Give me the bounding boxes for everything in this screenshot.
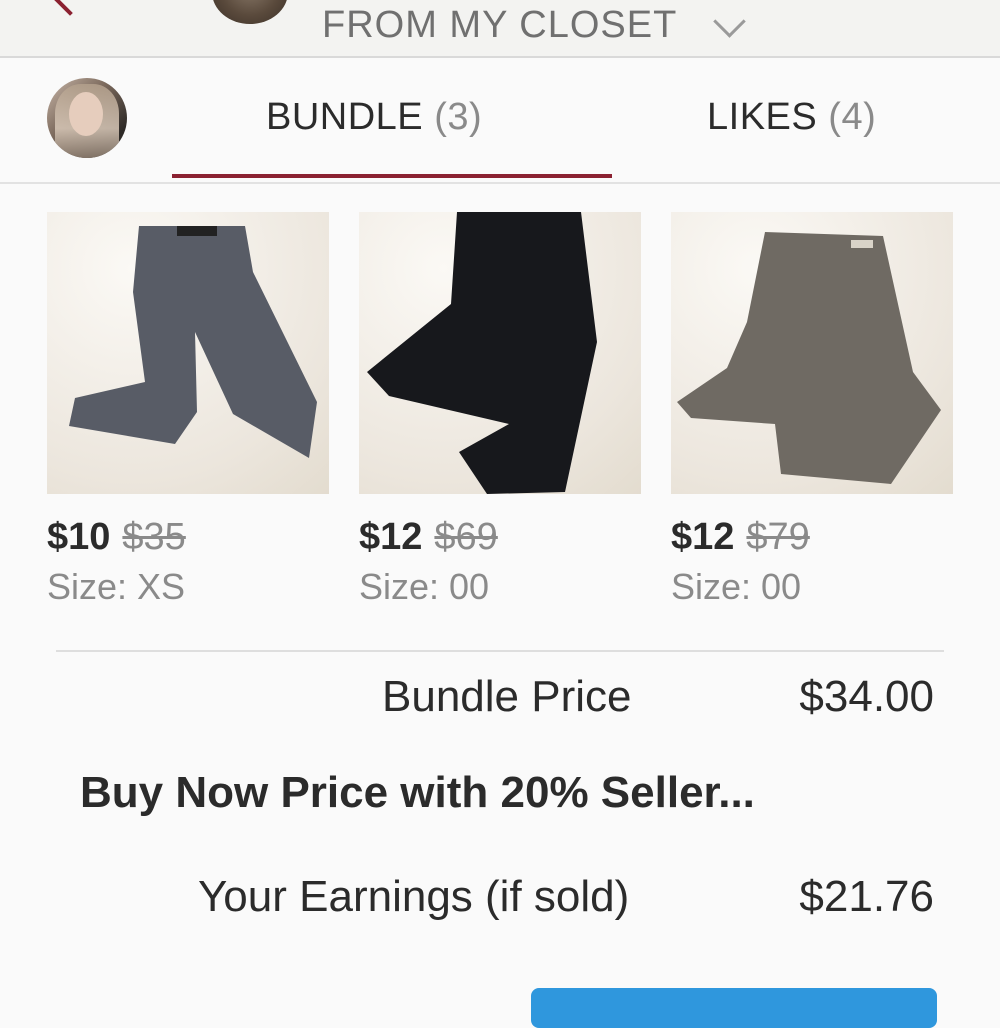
price-row: $12 $79 xyxy=(671,516,953,560)
item-photo[interactable] xyxy=(671,212,953,494)
action-button[interactable] xyxy=(531,988,937,1028)
bundle-item[interactable]: $12 $69 Size: 00 xyxy=(359,212,641,608)
item-price: $12 xyxy=(671,516,735,558)
tab-bundle-label: BUNDLE xyxy=(266,96,424,138)
tab-likes-label: LIKES xyxy=(707,96,818,138)
bundle-price-value: $34.00 xyxy=(799,672,934,721)
item-size: Size: 00 xyxy=(359,566,490,607)
price-row: $10 $35 xyxy=(47,516,329,560)
bundle-item[interactable]: $10 $35 Size: XS xyxy=(47,212,329,608)
tab-bundle-count: (3) xyxy=(434,96,483,138)
header-avatar[interactable] xyxy=(212,0,288,24)
avatar[interactable] xyxy=(47,78,127,158)
back-chevron-icon[interactable] xyxy=(50,0,90,16)
item-size: Size: 00 xyxy=(671,566,802,607)
bundle-price-label: Bundle Price xyxy=(382,672,632,721)
item-original-price: $69 xyxy=(434,516,498,558)
header-title[interactable]: FROM MY CLOSET xyxy=(322,4,677,47)
earnings-label: Your Earnings (if sold) xyxy=(198,872,630,921)
item-size: Size: XS xyxy=(47,566,186,607)
price-row: $12 $69 xyxy=(359,516,641,560)
tab-bundle[interactable]: BUNDLE (3) xyxy=(266,96,482,139)
pants-image xyxy=(367,212,597,494)
item-photo[interactable] xyxy=(47,212,329,494)
item-original-price: $79 xyxy=(746,516,810,558)
divider xyxy=(56,650,944,652)
item-photo[interactable] xyxy=(359,212,641,494)
item-original-price: $35 xyxy=(122,516,186,558)
bundle-item[interactable]: $12 $79 Size: 00 xyxy=(671,212,953,608)
top-header: FROM MY CLOSET xyxy=(0,0,1000,58)
tab-likes-count: (4) xyxy=(828,96,877,138)
active-tab-indicator xyxy=(172,174,612,178)
item-price: $10 xyxy=(47,516,111,558)
tab-likes[interactable]: LIKES (4) xyxy=(707,96,876,139)
earnings-value: $21.76 xyxy=(799,872,934,921)
pants-image xyxy=(677,232,941,484)
buy-now-price-label[interactable]: Buy Now Price with 20% Seller... xyxy=(80,768,755,818)
item-price: $12 xyxy=(359,516,423,558)
chevron-down-icon[interactable] xyxy=(713,5,746,38)
avatar-face xyxy=(69,92,103,136)
pants-image xyxy=(69,226,317,458)
tab-bar: BUNDLE (3) LIKES (4) xyxy=(0,58,1000,184)
